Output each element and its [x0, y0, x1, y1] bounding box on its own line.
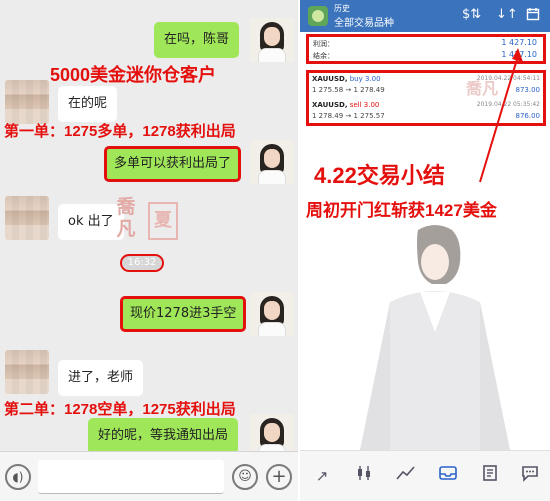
emoji-icon[interactable]: ☺ [232, 464, 258, 490]
message-bubble[interactable]: 在吗，陈哥 [154, 22, 240, 58]
avatar[interactable] [250, 292, 294, 336]
plus-icon[interactable]: + [266, 464, 292, 490]
avatar[interactable] [5, 196, 49, 240]
timestamp: 16:32 [120, 254, 164, 272]
news-icon[interactable] [478, 464, 502, 488]
message-bubble[interactable]: 好的呢，等我通知出局 [88, 418, 239, 454]
caption-client: 5000美金迷你仓客户 [50, 65, 217, 85]
avatar[interactable] [5, 350, 49, 394]
message-bubble[interactable]: 进了，老师 [58, 360, 144, 396]
caption-date: 4.22交易小结 [314, 163, 445, 188]
caption-second-order: 第二单：1278空单，1275获利出局 [4, 401, 236, 418]
history-icon[interactable] [436, 464, 460, 488]
avatar[interactable] [250, 140, 294, 184]
trading-app: 历史 全部交易品种 $⇅ ↓↑ 利润： 1 427.10 结余： 1 427.1… [298, 0, 550, 501]
avatar[interactable] [5, 80, 49, 124]
chat-icon[interactable] [518, 464, 542, 488]
candles-icon[interactable] [352, 464, 376, 488]
trend-icon[interactable] [394, 464, 418, 488]
chat-input-bar: ◖) ☺ + [0, 451, 298, 501]
message-bubble[interactable]: 在的呢 [58, 86, 118, 122]
annotation-arrow [479, 48, 523, 183]
chart-icon[interactable]: ↗ [310, 464, 334, 488]
voice-icon[interactable]: ◖) [5, 464, 31, 490]
chat-panel: 在吗，陈哥 5000美金迷你仓客户 在的呢 第一单：1275多单，1278获利出… [0, 0, 298, 501]
message-bubble[interactable]: 现价1278进3手空 [120, 296, 247, 332]
message-bubble[interactable]: 多单可以获利出局了 [104, 146, 242, 182]
message-input[interactable] [38, 460, 224, 494]
bottom-nav: ↗ [300, 450, 550, 501]
caption-first-order: 第一单：1275多单，1278获利出局 [4, 123, 236, 140]
caption-profit: 周初开门红斩获1427美金 [306, 201, 497, 220]
avatar[interactable] [250, 18, 294, 62]
watermark-seal: 喬凡 夏 [108, 196, 182, 244]
